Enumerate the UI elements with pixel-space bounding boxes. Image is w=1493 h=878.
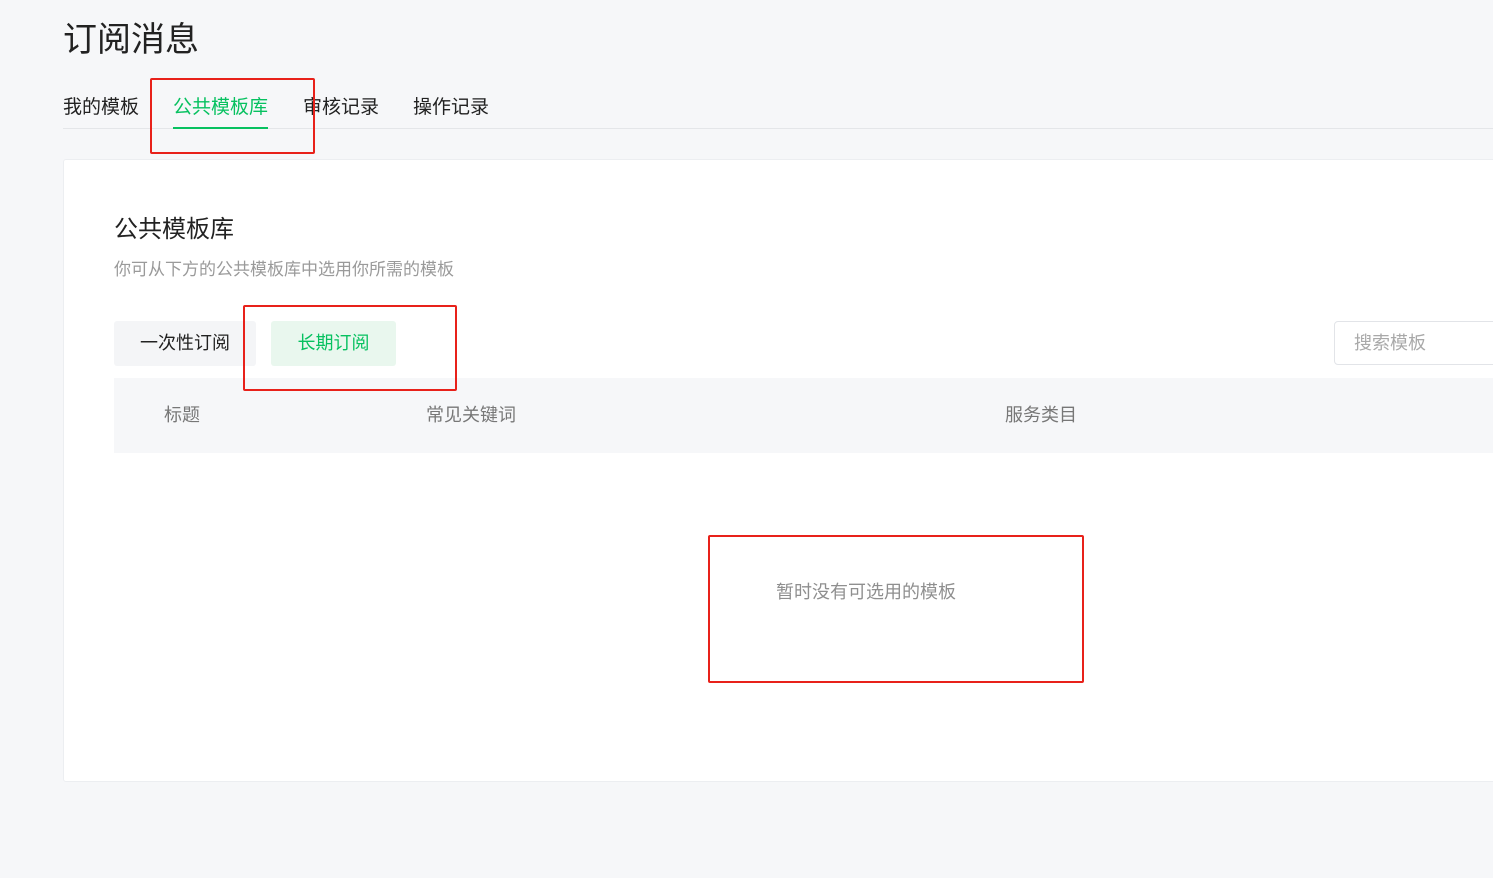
tab-my-templates[interactable]: 我的模板 [63,88,139,128]
top-tab-bar: 我的模板 公共模板库 审核记录 操作记录 [63,88,1493,129]
search-input[interactable] [1334,321,1493,365]
page-title: 订阅消息 [63,20,199,60]
column-header-keywords: 常见关键词 [426,405,516,426]
empty-state-text: 暂时没有可选用的模板 [776,582,956,603]
tab-public-template-library[interactable]: 公共模板库 [173,88,269,129]
subtab-one-time-subscription[interactable]: 一次性订阅 [114,321,256,366]
subtab-long-term-subscription[interactable]: 长期订阅 [271,321,396,366]
tab-review-records[interactable]: 审核记录 [303,88,379,128]
tab-operation-records[interactable]: 操作记录 [413,88,489,128]
template-library-panel: 公共模板库 你可从下方的公共模板库中选用你所需的模板 一次性订阅 长期订阅 标题… [63,159,1493,782]
column-header-title: 标题 [164,405,200,426]
table-header: 标题 常见关键词 服务类目 [114,378,1493,453]
column-header-service-category: 服务类目 [1005,405,1077,426]
section-description: 你可从下方的公共模板库中选用你所需的模板 [114,260,454,280]
section-title: 公共模板库 [114,215,234,243]
